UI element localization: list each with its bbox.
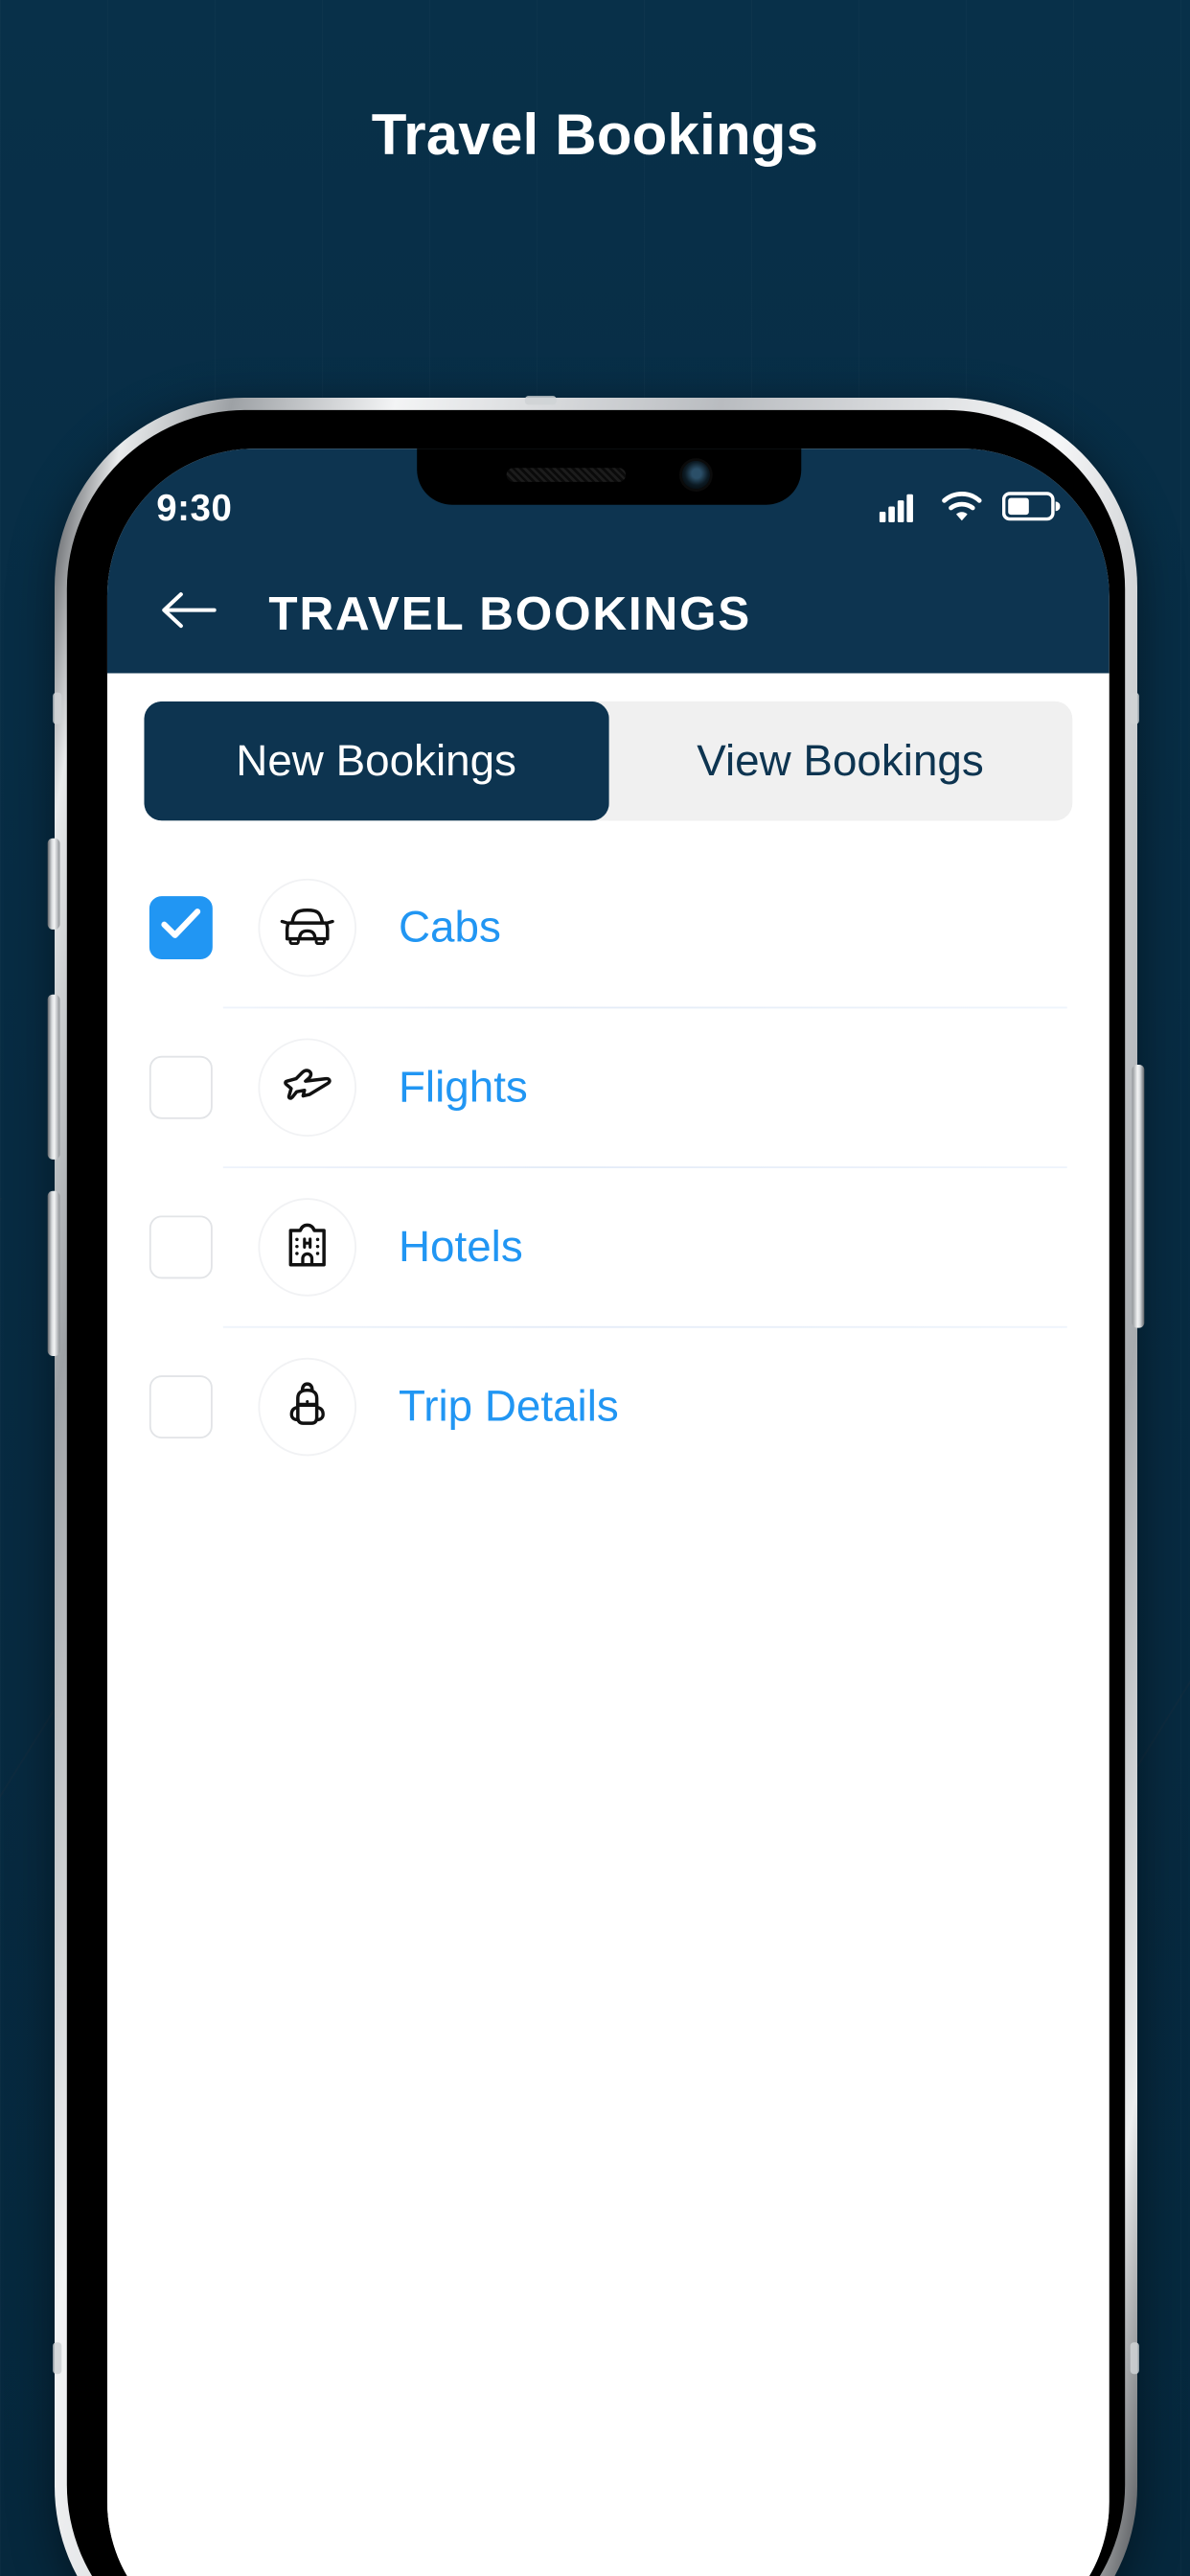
icon-badge-hotels — [258, 1198, 357, 1297]
icon-badge-cabs — [258, 878, 357, 978]
app-bar-title: TRAVEL BOOKINGS — [268, 586, 752, 639]
list-item-label: Hotels — [398, 1221, 523, 1272]
check-icon — [160, 907, 202, 949]
antenna-line-top — [524, 396, 557, 405]
status-time: 9:30 — [156, 489, 233, 530]
list-item-cabs[interactable]: Cabs — [107, 849, 1110, 1007]
tab-new-bookings[interactable]: New Bookings — [144, 701, 608, 821]
list-item-flights[interactable]: Flights — [107, 1008, 1110, 1166]
page-title: Travel Bookings — [371, 103, 819, 167]
power-button[interactable] — [1132, 1064, 1145, 1328]
speaker-grille-icon — [506, 468, 627, 482]
checkbox-hotels[interactable] — [149, 1215, 213, 1279]
antenna-line-left-lower — [53, 2342, 62, 2375]
phone-chrome-frame: 9:30 TRAVEL BOOKINGS New Bookings View B… — [47, 396, 1145, 2576]
list-item-hotels[interactable]: Hotels — [107, 1168, 1110, 1326]
antenna-line-left-upper — [53, 692, 62, 724]
volume-up-button[interactable] — [47, 994, 60, 1160]
app-content: New Bookings View Bookings Cabs Flights … — [106, 673, 1110, 2576]
signal-bars-icon — [879, 490, 922, 530]
airplane-icon — [279, 1060, 335, 1115]
icon-badge-trip-details — [258, 1357, 357, 1457]
phone-bezel: 9:30 TRAVEL BOOKINGS New Bookings View B… — [66, 409, 1126, 2576]
antenna-line-right-upper — [1130, 692, 1139, 724]
status-bar: 9:30 — [106, 448, 1110, 554]
phone-mockup: 9:30 TRAVEL BOOKINGS New Bookings View B… — [47, 396, 1145, 2576]
list-item-label: Flights — [398, 1062, 528, 1112]
checkbox-flights[interactable] — [149, 1055, 213, 1119]
mute-switch[interactable] — [47, 838, 60, 930]
phone-notch — [416, 448, 801, 505]
checkbox-trip-details[interactable] — [149, 1375, 213, 1439]
volume-down-button[interactable] — [47, 1190, 60, 1356]
app-bar: TRAVEL BOOKINGS — [106, 553, 1110, 674]
car-icon — [278, 899, 337, 956]
icon-badge-flights — [258, 1038, 357, 1138]
arrow-left-icon — [158, 586, 217, 641]
list-item-label: Trip Details — [398, 1381, 619, 1431]
front-camera-icon — [681, 460, 711, 490]
checkbox-cabs[interactable] — [149, 896, 213, 960]
list-item-label: Cabs — [398, 902, 501, 952]
battery-icon — [1001, 490, 1061, 530]
phone-screen: 9:30 TRAVEL BOOKINGS New Bookings View B… — [106, 448, 1110, 2576]
antenna-line-right-lower — [1130, 2342, 1139, 2375]
tab-view-bookings[interactable]: View Bookings — [607, 701, 1073, 821]
booking-option-list: Cabs Flights Hotels Trip Details — [107, 849, 1110, 1486]
tab-bar: New Bookings View Bookings — [144, 701, 1073, 821]
list-item-trip-details[interactable]: Trip Details — [107, 1328, 1110, 1486]
hotel-icon — [281, 1216, 333, 1277]
backpack-icon — [281, 1376, 333, 1438]
back-button[interactable] — [146, 571, 230, 656]
status-icons — [879, 490, 1061, 530]
wifi-icon — [941, 490, 983, 530]
